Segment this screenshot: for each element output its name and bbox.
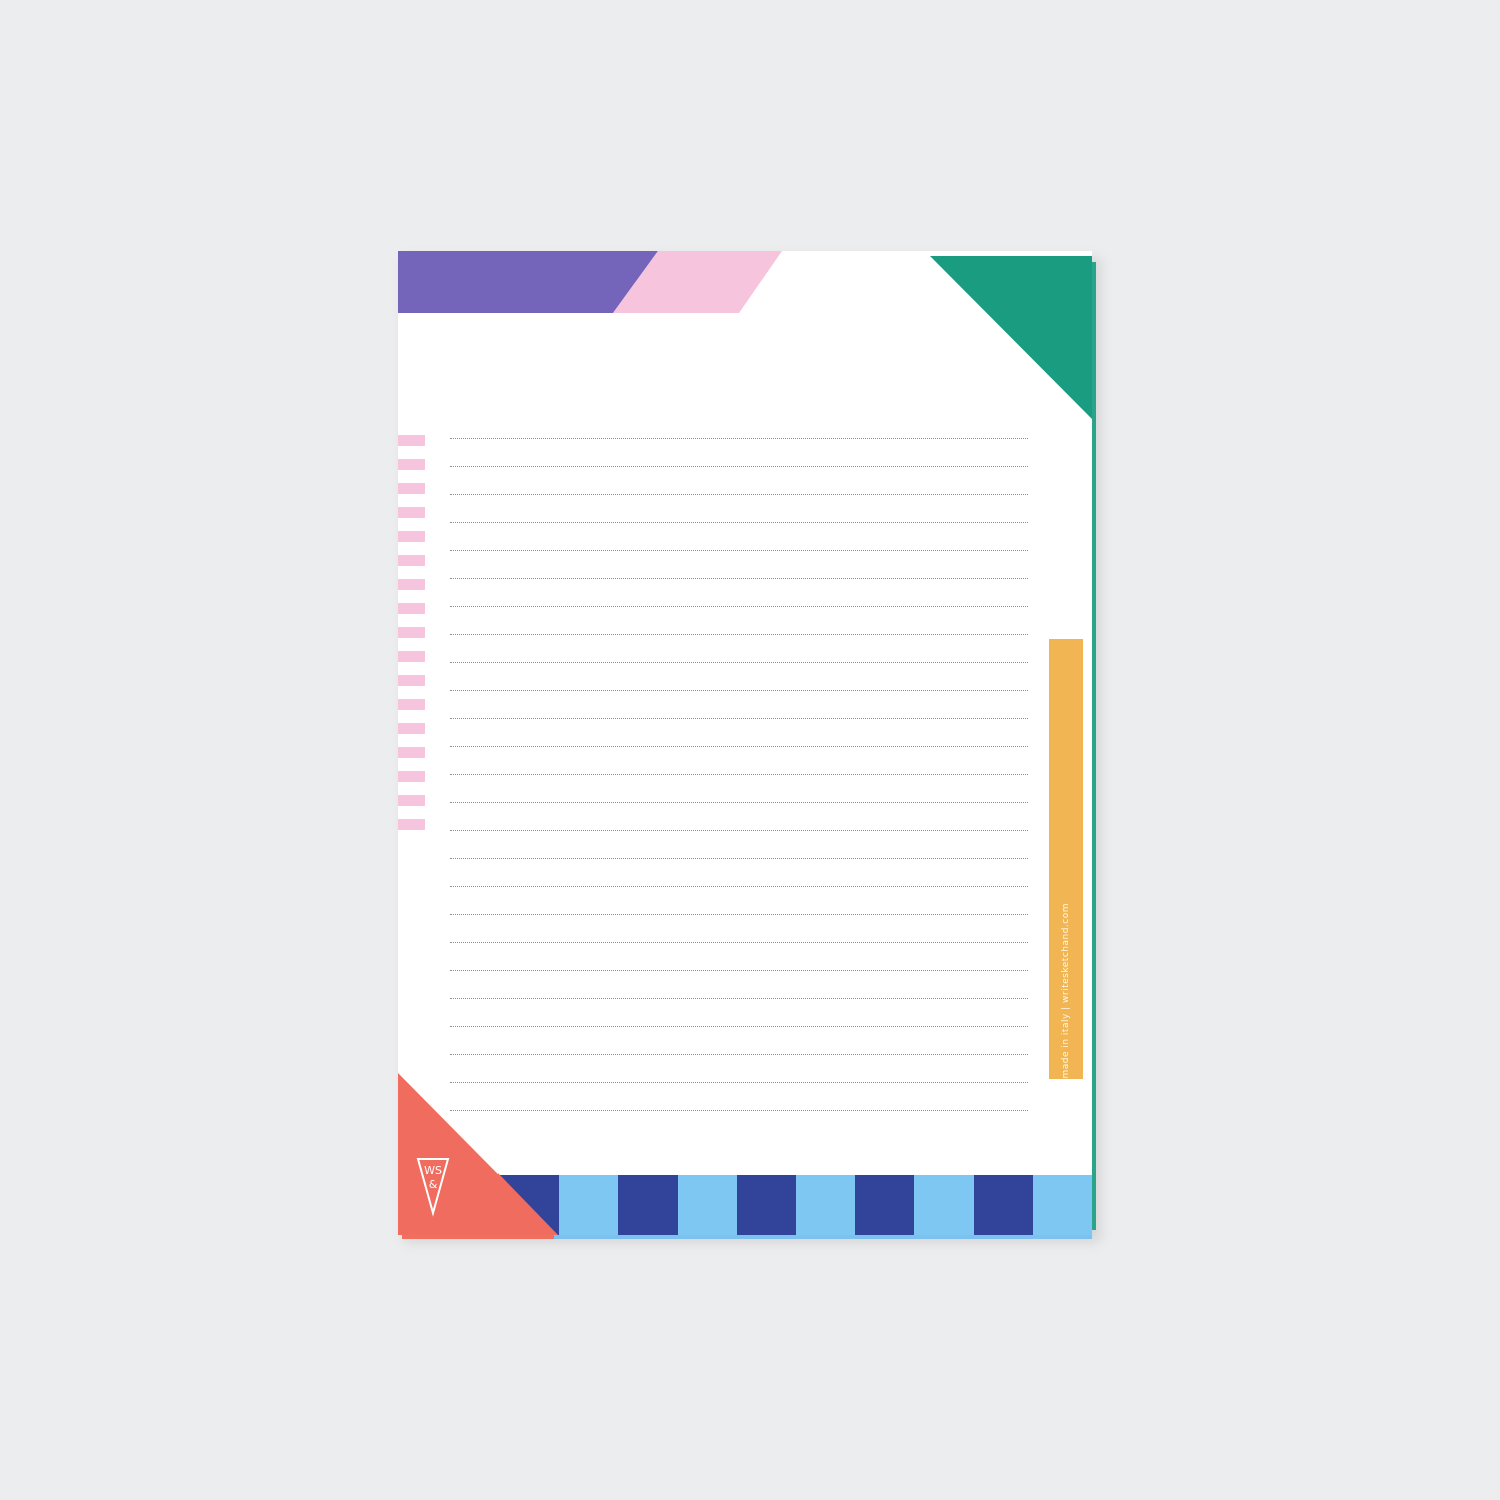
writing-line xyxy=(450,551,1028,579)
bottom-stripe-block xyxy=(973,1175,1033,1235)
writing-line xyxy=(450,943,1028,971)
writing-line xyxy=(450,523,1028,551)
writing-line xyxy=(450,1027,1028,1055)
pink-stripe xyxy=(398,651,425,662)
writing-lines xyxy=(450,411,1028,1111)
writing-line xyxy=(450,719,1028,747)
writing-line xyxy=(450,495,1028,523)
bottom-bar-cut xyxy=(498,1173,558,1235)
writing-line xyxy=(450,467,1028,495)
pink-stripe xyxy=(398,435,425,446)
svg-text:&: & xyxy=(429,1178,438,1191)
pink-stripe xyxy=(398,459,425,470)
purple-band xyxy=(398,251,658,313)
writing-line xyxy=(450,831,1028,859)
writing-line xyxy=(450,411,1028,439)
pink-stripe xyxy=(398,795,425,806)
ws-logo-icon: WS & xyxy=(416,1158,450,1217)
bottom-stripe-block xyxy=(796,1175,856,1235)
pink-stripe xyxy=(398,555,425,566)
pink-stripe xyxy=(398,819,425,830)
bottom-stripe-block xyxy=(618,1175,678,1235)
pad-right-edge xyxy=(1092,262,1096,1230)
pink-stripe xyxy=(398,771,425,782)
pink-stripe xyxy=(398,579,425,590)
ws-logo: WS & xyxy=(416,1157,450,1217)
green-corner-triangle xyxy=(930,256,1092,419)
bottom-stripe-block xyxy=(1032,1175,1092,1235)
writing-line xyxy=(450,803,1028,831)
pink-stripe xyxy=(398,603,425,614)
pink-stripe xyxy=(398,507,425,518)
pink-stripe xyxy=(398,531,425,542)
pad-bottom-edge xyxy=(402,1235,1092,1239)
bottom-stripe-block xyxy=(736,1175,797,1235)
bottom-stripe-block xyxy=(559,1175,619,1235)
pink-stripe xyxy=(398,699,425,710)
writing-line xyxy=(450,775,1028,803)
writing-line xyxy=(450,691,1028,719)
side-text: made in italy | writesketchand.com xyxy=(1061,903,1071,1079)
writing-line xyxy=(450,859,1028,887)
notepad: made in italy | writesketchand.com WS & xyxy=(398,251,1092,1235)
writing-line xyxy=(450,439,1028,467)
writing-line xyxy=(450,607,1028,635)
pink-stripe xyxy=(398,723,425,734)
writing-line xyxy=(450,635,1028,663)
pink-stripe xyxy=(398,483,425,494)
writing-line xyxy=(450,915,1028,943)
writing-line xyxy=(450,663,1028,691)
svg-text:WS: WS xyxy=(424,1164,442,1177)
pink-stripe xyxy=(398,675,425,686)
writing-line xyxy=(450,887,1028,915)
bottom-stripe-block xyxy=(677,1175,737,1235)
bottom-stripe-block xyxy=(914,1175,974,1235)
writing-line xyxy=(450,747,1028,775)
bottom-stripe-block xyxy=(855,1175,915,1235)
pink-stripe-column xyxy=(398,435,425,843)
bottom-stripe-bar xyxy=(500,1175,1092,1235)
pink-stripe xyxy=(398,627,425,638)
writing-line xyxy=(450,971,1028,999)
pink-stripe xyxy=(398,747,425,758)
writing-line xyxy=(450,999,1028,1027)
side-text-wrap: made in italy | writesketchand.com xyxy=(1049,639,1083,1079)
writing-line xyxy=(450,579,1028,607)
